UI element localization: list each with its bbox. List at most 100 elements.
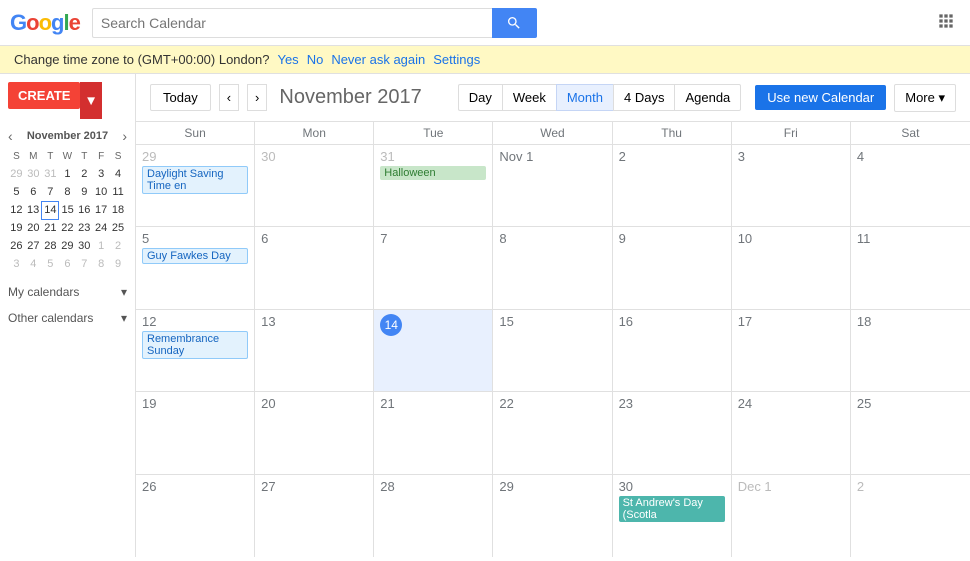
mini-cal-day[interactable]: 1	[59, 165, 76, 183]
view-month-button[interactable]: Month	[556, 84, 613, 111]
cal-cell[interactable]: 30	[255, 145, 374, 226]
more-button[interactable]: More ▾	[894, 84, 956, 112]
mini-cal-day[interactable]: 5	[42, 255, 59, 273]
cal-cell[interactable]: 24	[732, 392, 851, 473]
cal-event[interactable]: St Andrew's Day (Scotla	[619, 496, 725, 522]
cal-cell[interactable]: 3	[732, 145, 851, 226]
cal-cell[interactable]: 8	[493, 227, 612, 308]
mini-cal-day[interactable]: 24	[93, 219, 110, 237]
mini-cal-day[interactable]: 16	[76, 201, 93, 219]
cal-event[interactable]: Daylight Saving Time en	[142, 166, 248, 194]
create-button[interactable]: CREATE	[8, 82, 80, 109]
cal-cell[interactable]: Nov 1	[493, 145, 612, 226]
cal-cell[interactable]: 9	[613, 227, 732, 308]
mini-cal-day[interactable]: 30	[76, 237, 93, 255]
tz-settings-link[interactable]: Settings	[433, 52, 480, 67]
view-day-button[interactable]: Day	[458, 84, 502, 111]
mini-cal-day[interactable]: 2	[76, 165, 93, 183]
mini-cal-day[interactable]: 3	[8, 255, 25, 273]
mini-cal-day[interactable]: 12	[8, 201, 25, 219]
mini-cal-day[interactable]: 29	[59, 237, 76, 255]
mini-cal-day[interactable]: 30	[25, 165, 42, 183]
mini-cal-day[interactable]: 22	[59, 219, 76, 237]
tz-no-link[interactable]: No	[307, 52, 324, 67]
cal-cell[interactable]: 13	[255, 310, 374, 391]
cal-cell[interactable]: 14	[374, 310, 493, 391]
use-new-calendar-button[interactable]: Use new Calendar	[755, 85, 886, 110]
view-4days-button[interactable]: 4 Days	[613, 84, 674, 111]
mini-cal-day[interactable]: 31	[42, 165, 59, 183]
cal-cell[interactable]: 28	[374, 475, 493, 557]
cal-cell[interactable]: 20	[255, 392, 374, 473]
mini-cal-day[interactable]: 2	[110, 237, 127, 255]
mini-cal-day[interactable]: 25	[110, 219, 127, 237]
cal-cell[interactable]: 2	[613, 145, 732, 226]
cal-cell[interactable]: 17	[732, 310, 851, 391]
cal-cell[interactable]: 25	[851, 392, 970, 473]
cal-cell[interactable]: 23	[613, 392, 732, 473]
other-calendars-section[interactable]: Other calendars ▾	[8, 311, 127, 325]
mini-cal-day[interactable]: 11	[110, 183, 127, 201]
mini-cal-day[interactable]: 18	[110, 201, 127, 219]
mini-cal-day[interactable]: 4	[110, 165, 127, 183]
cal-cell[interactable]: 30St Andrew's Day (Scotla	[613, 475, 732, 557]
mini-cal-day[interactable]: 27	[25, 237, 42, 255]
cal-cell[interactable]: 19	[136, 392, 255, 473]
cal-cell[interactable]: 22	[493, 392, 612, 473]
cal-cell[interactable]: 15	[493, 310, 612, 391]
mini-cal-day[interactable]: 23	[76, 219, 93, 237]
cal-cell[interactable]: 5Guy Fawkes Day	[136, 227, 255, 308]
mini-cal-day[interactable]: 1	[93, 237, 110, 255]
apps-icon[interactable]	[932, 7, 960, 38]
mini-cal-day[interactable]: 4	[25, 255, 42, 273]
mini-cal-day[interactable]: 8	[93, 255, 110, 273]
mini-cal-day[interactable]: 14	[42, 201, 59, 219]
cal-cell[interactable]: 26	[136, 475, 255, 557]
view-agenda-button[interactable]: Agenda	[674, 84, 741, 111]
mini-cal-day[interactable]: 6	[59, 255, 76, 273]
cal-cell[interactable]: 12Remembrance Sunday	[136, 310, 255, 391]
mini-cal-day[interactable]: 13	[25, 201, 42, 219]
cal-cell[interactable]: 10	[732, 227, 851, 308]
mini-cal-day[interactable]: 7	[42, 183, 59, 201]
create-dropdown-button[interactable]: ▼	[80, 82, 101, 119]
cal-cell[interactable]: 31Halloween	[374, 145, 493, 226]
mini-cal-prev-button[interactable]: ‹	[8, 129, 13, 143]
cal-cell[interactable]: 4	[851, 145, 970, 226]
cal-cell[interactable]: 29Daylight Saving Time en	[136, 145, 255, 226]
mini-cal-day[interactable]: 19	[8, 219, 25, 237]
tz-yes-link[interactable]: Yes	[277, 52, 298, 67]
cal-cell[interactable]: 27	[255, 475, 374, 557]
mini-cal-day[interactable]: 9	[110, 255, 127, 273]
search-button[interactable]	[492, 8, 537, 38]
cal-event[interactable]: Remembrance Sunday	[142, 331, 248, 359]
view-week-button[interactable]: Week	[502, 84, 556, 111]
mini-cal-day[interactable]: 7	[76, 255, 93, 273]
cal-cell[interactable]: 29	[493, 475, 612, 557]
cal-cell[interactable]: 6	[255, 227, 374, 308]
mini-cal-day[interactable]: 10	[93, 183, 110, 201]
mini-cal-day[interactable]: 15	[59, 201, 76, 219]
my-calendars-section[interactable]: My calendars ▾	[8, 285, 127, 299]
cal-cell[interactable]: 18	[851, 310, 970, 391]
search-input[interactable]	[92, 8, 492, 38]
next-button[interactable]: ›	[247, 84, 267, 111]
mini-cal-day[interactable]: 8	[59, 183, 76, 201]
mini-cal-day[interactable]: 9	[76, 183, 93, 201]
mini-cal-day[interactable]: 3	[93, 165, 110, 183]
mini-cal-next-button[interactable]: ›	[122, 129, 127, 143]
mini-cal-day[interactable]: 17	[93, 201, 110, 219]
mini-cal-day[interactable]: 26	[8, 237, 25, 255]
cal-cell[interactable]: 7	[374, 227, 493, 308]
cal-event[interactable]: Halloween	[380, 166, 486, 180]
prev-button[interactable]: ‹	[219, 84, 239, 111]
tz-never-link[interactable]: Never ask again	[331, 52, 425, 67]
mini-cal-day[interactable]: 6	[25, 183, 42, 201]
cal-cell[interactable]: 2	[851, 475, 970, 557]
mini-cal-day[interactable]: 5	[8, 183, 25, 201]
cal-event[interactable]: Guy Fawkes Day	[142, 248, 248, 264]
cal-cell[interactable]: 11	[851, 227, 970, 308]
cal-cell[interactable]: 16	[613, 310, 732, 391]
cal-cell[interactable]: 21	[374, 392, 493, 473]
today-button[interactable]: Today	[150, 84, 211, 111]
